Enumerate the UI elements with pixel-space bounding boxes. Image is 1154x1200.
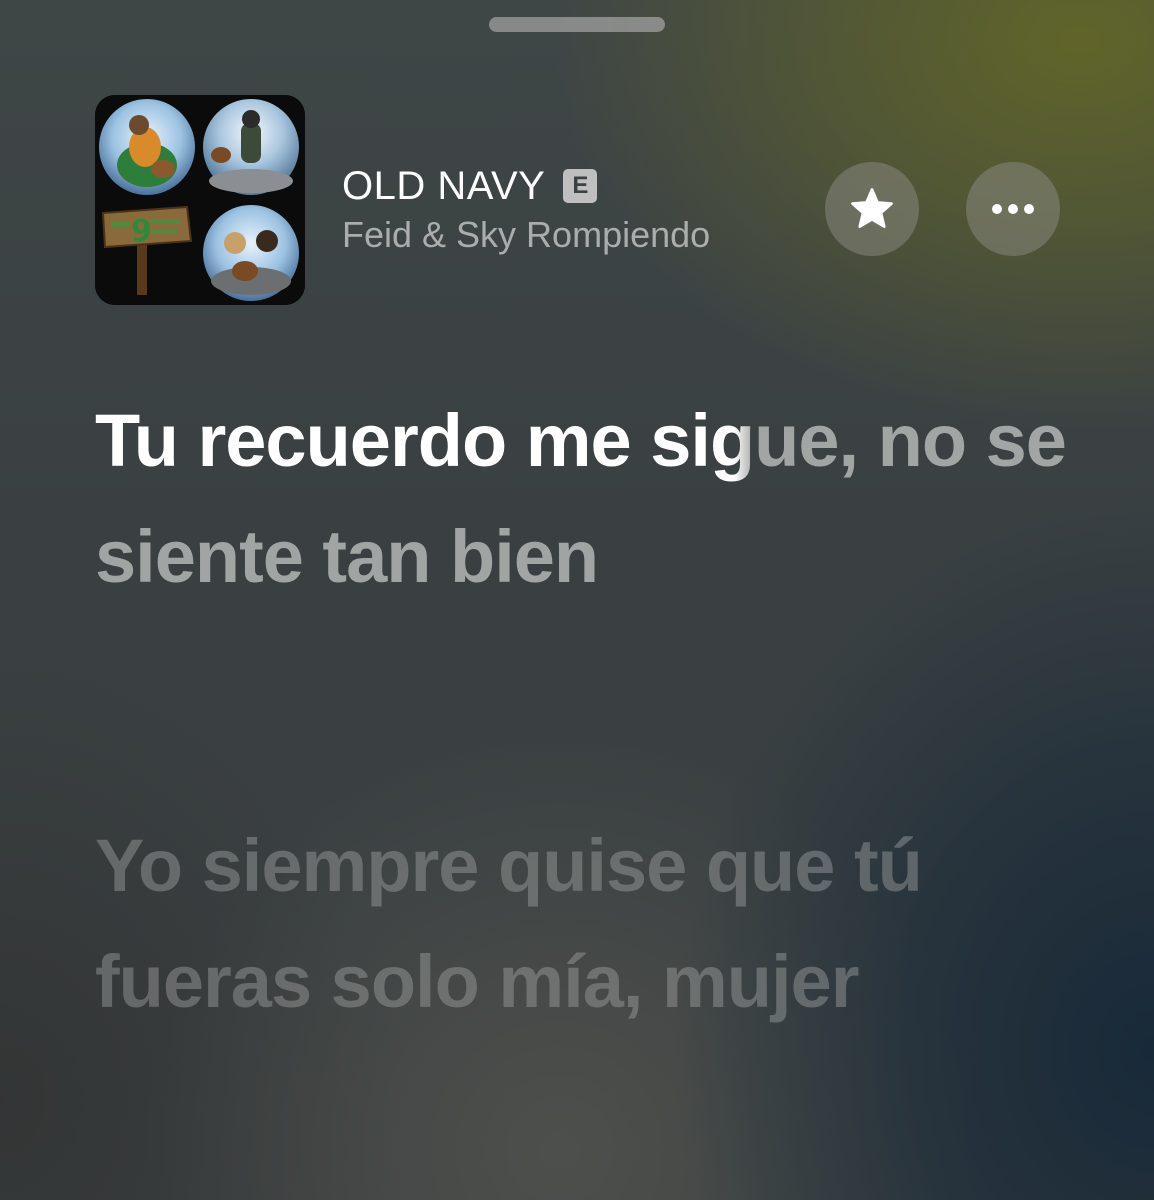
album-artwork-image: 9	[95, 95, 305, 305]
lyric-transition-text: g	[709, 399, 755, 482]
song-title[interactable]: OLD NAVY	[342, 164, 545, 209]
now-playing-title-row: OLD NAVY E	[342, 162, 598, 210]
lyric-line-next[interactable]: Yo siempre quise que tú fueras solo mía,…	[95, 808, 1115, 1040]
sheet-grabber-handle[interactable]	[489, 17, 665, 32]
favorite-button[interactable]	[825, 162, 919, 256]
more-options-button[interactable]	[966, 162, 1060, 256]
lyric-line-current[interactable]: Tu recuerdo me sigue, no se siente tan b…	[95, 383, 1115, 615]
star-icon	[851, 188, 893, 228]
lyric-sung-text: Tu recuerdo me si	[95, 399, 711, 482]
ellipsis-icon	[992, 204, 1034, 214]
album-artwork[interactable]: 9	[95, 95, 305, 305]
artist-name[interactable]: Feid & Sky Rompiendo	[342, 214, 710, 256]
explicit-badge: E	[563, 169, 598, 203]
svg-text:9: 9	[131, 214, 152, 249]
